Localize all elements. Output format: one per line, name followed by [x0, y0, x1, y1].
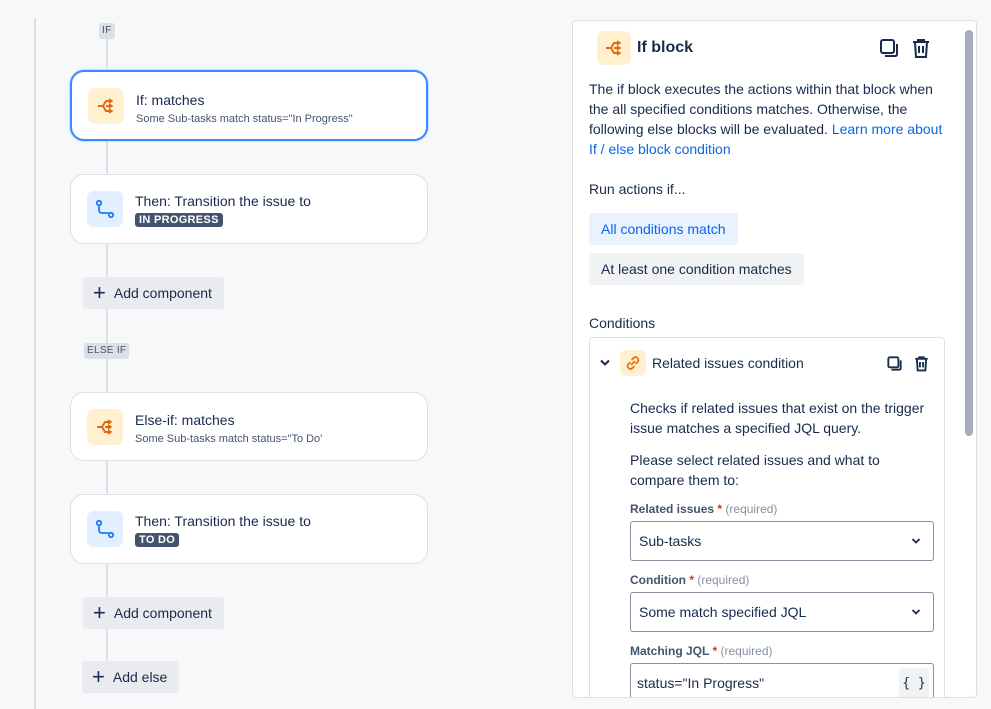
add-else-button[interactable]: + Add else	[82, 661, 180, 693]
trash-icon[interactable]	[908, 35, 934, 61]
card-title: If: matches	[136, 92, 205, 108]
card-subtitle: Some Sub-tasks match status="To Do'	[135, 433, 323, 445]
flow-connector	[106, 563, 108, 597]
else-if-label: ELSE IF	[84, 343, 130, 359]
card-title: Else-if: matches	[135, 412, 235, 428]
add-component-label: Add component	[113, 285, 212, 301]
flow-connector	[106, 243, 108, 277]
card-subtitle: Some Sub-tasks match status="In Progress…	[136, 113, 353, 125]
if-block-config-panel: If block The if block executes the actio…	[572, 20, 977, 698]
copy-icon[interactable]	[884, 352, 904, 374]
condition-title: Related issues condition	[652, 355, 804, 371]
related-issues-value: Sub-tasks	[639, 533, 702, 549]
branch-icon	[597, 31, 631, 65]
conditions-label: Conditions	[589, 315, 656, 331]
matching-jql-label: Matching JQL * (required)	[630, 644, 773, 658]
related-issues-select[interactable]: Sub-tasks	[630, 521, 934, 561]
condition-value: Some match specified JQL	[639, 604, 807, 620]
copy-icon[interactable]	[876, 35, 902, 61]
condition-card: Related issues condition Checks if relat…	[589, 337, 945, 697]
status-lozenge: TO DO	[135, 533, 180, 547]
add-component-label: Add component	[113, 605, 212, 621]
plus-icon: +	[92, 664, 105, 689]
add-component-button[interactable]: + Add component	[83, 597, 224, 629]
canvas-left-border	[34, 18, 36, 709]
chevron-down-icon	[911, 534, 921, 548]
plus-icon: +	[93, 280, 106, 305]
flow-connector	[106, 628, 108, 662]
plus-icon: +	[93, 600, 106, 625]
all-conditions-match-button[interactable]: All conditions match	[589, 213, 738, 245]
status-lozenge: IN PROGRESS	[135, 213, 223, 227]
condition-description: Checks if related issues that exist on t…	[630, 400, 925, 436]
branch-icon	[88, 88, 124, 124]
flow-connector	[106, 38, 108, 70]
if-matches-card[interactable]: If: matches Some Sub-tasks match status=…	[70, 70, 428, 141]
any-condition-match-button[interactable]: At least one condition matches	[589, 253, 804, 285]
panel-scrollbar-thumb[interactable]	[965, 30, 973, 436]
related-issues-label: Related issues * (required)	[630, 502, 778, 516]
jql-smart-values-button[interactable]: { }	[899, 668, 929, 697]
condition-field-label: Condition * (required)	[630, 573, 750, 587]
panel-description: The if block executes the actions within…	[589, 79, 949, 159]
card-title: Then: Transition the issue to	[135, 193, 311, 209]
condition-select[interactable]: Some match specified JQL	[630, 592, 934, 632]
transition-to-do-card[interactable]: Then: Transition the issue to TO DO	[70, 494, 428, 564]
link-icon	[620, 350, 646, 376]
chevron-down-icon	[911, 605, 921, 619]
flow-connector	[106, 460, 108, 494]
card-title: Then: Transition the issue to	[135, 513, 311, 529]
matching-jql-input[interactable]	[630, 663, 934, 697]
else-if-matches-card[interactable]: Else-if: matches Some Sub-tasks match st…	[70, 392, 428, 461]
if-label: IF	[99, 23, 115, 39]
run-actions-label: Run actions if...	[589, 181, 686, 197]
trash-icon[interactable]	[911, 352, 931, 374]
add-component-button[interactable]: + Add component	[83, 277, 224, 309]
transition-icon	[87, 191, 123, 227]
panel-title: If block	[637, 39, 694, 56]
flow-connector	[106, 140, 108, 174]
transition-icon	[87, 511, 123, 547]
chevron-down-icon[interactable]	[600, 356, 610, 370]
condition-instruction: Please select related issues and what to…	[630, 452, 880, 488]
branch-icon	[87, 409, 123, 445]
add-else-label: Add else	[112, 669, 168, 685]
transition-in-progress-card[interactable]: Then: Transition the issue to IN PROGRES…	[70, 174, 428, 244]
